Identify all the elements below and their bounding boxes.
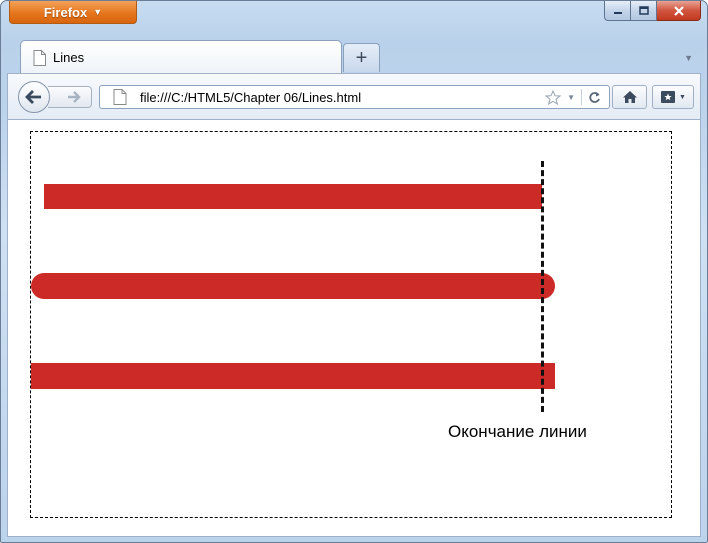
reload-icon[interactable] — [588, 91, 601, 104]
browser-window: Firefox ▼ Lines + ▼ file:///C:/HTML5/Cha… — [0, 0, 708, 543]
close-button[interactable] — [657, 1, 701, 21]
firefox-menu-button[interactable]: Firefox ▼ — [9, 1, 137, 24]
forward-arrow-icon — [67, 91, 81, 103]
page-content: Окончание линии — [7, 119, 701, 537]
separator — [581, 89, 582, 105]
canvas: Окончание линии — [30, 131, 672, 518]
maximize-button[interactable] — [631, 1, 657, 21]
line-round-cap — [31, 273, 555, 299]
maximize-icon — [638, 6, 649, 15]
line-butt-cap — [44, 184, 542, 209]
line-end-marker — [541, 161, 544, 412]
chevron-down-icon: ▼ — [679, 93, 686, 101]
close-icon — [673, 5, 684, 16]
bookmarks-icon — [661, 91, 676, 103]
window-controls — [604, 1, 701, 21]
firefox-menu-label: Firefox — [43, 4, 88, 20]
bookmarks-button[interactable]: ▼ — [652, 85, 694, 109]
tab-lines[interactable]: Lines — [20, 40, 342, 74]
minimize-button[interactable] — [604, 1, 631, 21]
tab-list-button[interactable]: ▼ — [684, 53, 693, 63]
minimize-icon — [613, 11, 622, 14]
tab-title: Lines — [53, 50, 85, 65]
address-bar[interactable]: file:///C:/HTML5/Chapter 06/Lines.html ▼ — [99, 85, 610, 109]
back-arrow-icon — [25, 90, 41, 104]
caret-down-icon: ▼ — [93, 7, 103, 17]
home-icon — [622, 91, 637, 103]
new-tab-button[interactable]: + — [343, 43, 380, 72]
line-square-cap — [31, 363, 555, 389]
url-text[interactable]: file:///C:/HTML5/Chapter 06/Lines.html — [140, 90, 545, 105]
line-end-label: Окончание линии — [448, 422, 587, 441]
back-button[interactable] — [18, 81, 50, 113]
forward-button[interactable] — [48, 86, 92, 108]
dropdown-icon[interactable]: ▼ — [567, 93, 575, 102]
star-icon[interactable] — [545, 89, 562, 105]
plus-icon: + — [355, 46, 368, 69]
page-icon — [33, 49, 46, 66]
address-bar-controls: ▼ — [545, 89, 601, 105]
back-forward-group — [18, 81, 94, 113]
page-icon — [113, 89, 127, 105]
home-button[interactable] — [612, 85, 647, 109]
